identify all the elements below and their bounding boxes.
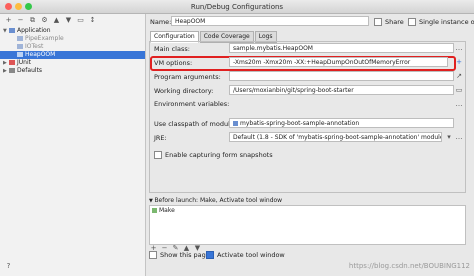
working-directory-label: Working directory: bbox=[154, 87, 214, 95]
watermark: https://blog.csdn.net/BOUBING112 bbox=[348, 262, 470, 270]
jre-select[interactable]: Default (1.8 - SDK of 'mybatis-spring-bo… bbox=[229, 132, 442, 142]
application-icon bbox=[9, 28, 15, 33]
edit-icon[interactable]: … bbox=[455, 100, 463, 108]
class-icon bbox=[17, 36, 23, 41]
name-field[interactable]: HeapOOM bbox=[171, 16, 369, 26]
main-class-label: Main class: bbox=[154, 45, 190, 53]
remove-icon[interactable]: − bbox=[16, 16, 25, 25]
move-up-icon[interactable]: ▲ bbox=[52, 16, 61, 25]
share-option[interactable]: Share bbox=[374, 18, 404, 26]
junit-icon bbox=[9, 60, 15, 65]
title-bar: Run/Debug Configurations bbox=[0, 0, 474, 14]
classpath-module-select[interactable]: mybatis-spring-boot-sample-annotation bbox=[229, 118, 454, 128]
folder-icon[interactable]: ▭ bbox=[76, 16, 85, 25]
tree-node-defaults[interactable]: ▶ Defaults bbox=[0, 67, 145, 75]
tree-node-iotest[interactable]: IOTest bbox=[0, 43, 145, 51]
sidebar-toolbar: + − ⧉ ⚙ ▲ ▼ ▭ ↕ bbox=[4, 16, 97, 25]
sidebar-footer-icons: ? bbox=[4, 262, 13, 271]
copy-icon[interactable]: ⧉ bbox=[28, 16, 37, 25]
class-icon bbox=[17, 52, 23, 57]
program-arguments-field[interactable] bbox=[229, 71, 454, 81]
vm-options-field[interactable]: -Xms20m -Xmx20m -XX:+HeapDumpOnOutOfMemo… bbox=[229, 57, 448, 67]
module-icon bbox=[233, 121, 238, 126]
sort-icon[interactable]: ↕ bbox=[88, 16, 97, 25]
activate-tool-window-checkbox[interactable] bbox=[206, 251, 214, 259]
single-instance-checkbox[interactable] bbox=[408, 18, 416, 26]
configuration-panel: Main class: sample.mybatis.HeapOOM … VM … bbox=[149, 41, 466, 193]
browse-icon[interactable]: … bbox=[455, 133, 463, 141]
config-tree: ▼ Application PipeExample IOTest HeapOOM … bbox=[0, 27, 145, 75]
tree-node-heapoom[interactable]: HeapOOM bbox=[0, 51, 145, 59]
working-directory-field[interactable]: /Users/moxianbin/git/spring-boot-starter bbox=[229, 85, 454, 95]
main-class-field[interactable]: sample.mybatis.HeapOOM bbox=[229, 43, 454, 53]
capture-snapshots-option[interactable]: Enable capturing form snapshots bbox=[154, 151, 273, 159]
help-icon[interactable]: ? bbox=[4, 262, 13, 271]
configurations-sidebar: + − ⧉ ⚙ ▲ ▼ ▭ ↕ ▼ Application PipeExample… bbox=[0, 14, 146, 276]
window-title: Run/Debug Configurations bbox=[190, 3, 284, 11]
move-down-icon[interactable]: ▼ bbox=[64, 16, 73, 25]
capture-snapshots-checkbox[interactable] bbox=[154, 151, 162, 159]
activate-tool-window-option[interactable]: Activate tool window bbox=[206, 251, 285, 259]
tree-node-pipeexample[interactable]: PipeExample bbox=[0, 35, 145, 43]
show-page-checkbox[interactable] bbox=[149, 251, 157, 259]
tree-node-junit[interactable]: ▶ JUnit bbox=[0, 59, 145, 67]
environment-variables-field[interactable] bbox=[229, 99, 454, 109]
vm-options-label: VM options: bbox=[154, 59, 193, 67]
jre-label: JRE: bbox=[154, 134, 167, 142]
environment-variables-label: Environment variables: bbox=[154, 100, 230, 108]
before-launch-list: Make bbox=[149, 205, 466, 245]
share-checkbox[interactable] bbox=[374, 18, 382, 26]
before-launch-item[interactable]: Make bbox=[152, 207, 175, 214]
class-icon bbox=[17, 44, 23, 49]
wrench-icon bbox=[9, 68, 15, 73]
browse-icon[interactable]: … bbox=[455, 44, 463, 52]
folder-icon[interactable]: ▭ bbox=[455, 86, 463, 94]
program-arguments-label: Program arguments: bbox=[154, 73, 221, 81]
name-label: Name: bbox=[150, 18, 172, 26]
settings-icon[interactable]: ⚙ bbox=[40, 16, 49, 25]
show-page-option[interactable]: Show this page bbox=[149, 251, 210, 259]
add-icon[interactable]: + bbox=[4, 16, 13, 25]
classpath-module-label: Use classpath of module: bbox=[154, 120, 237, 128]
config-editor: Name: HeapOOM Share Single instance only… bbox=[146, 14, 474, 276]
chevron-down-icon[interactable]: ▾ bbox=[445, 133, 453, 141]
tree-node-application[interactable]: ▼ Application bbox=[0, 27, 145, 35]
expand-icon[interactable]: + bbox=[455, 58, 463, 66]
before-launch-header[interactable]: ▼ Before launch: Make, Activate tool win… bbox=[149, 197, 282, 204]
expand-icon[interactable]: ↗ bbox=[455, 72, 463, 80]
make-icon bbox=[152, 208, 157, 213]
single-instance-option[interactable]: Single instance only bbox=[408, 18, 474, 26]
